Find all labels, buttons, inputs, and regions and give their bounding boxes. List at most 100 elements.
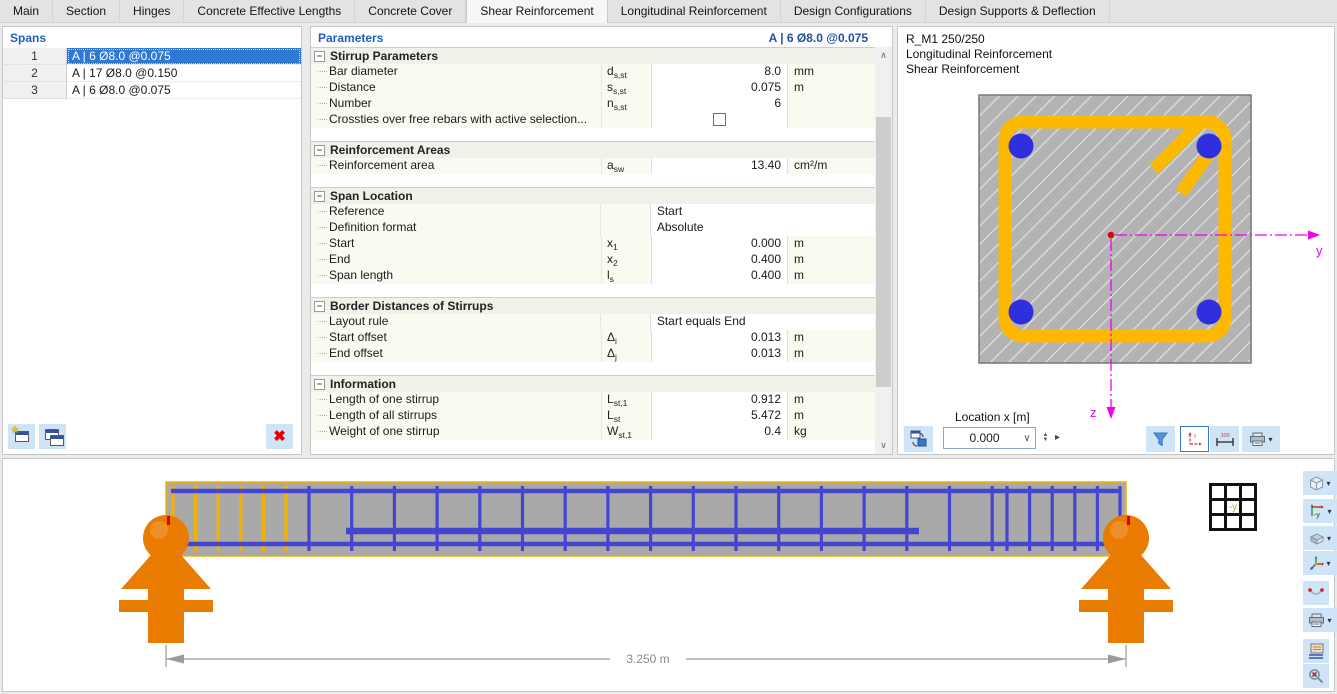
- tab-hinges[interactable]: Hinges: [120, 0, 185, 23]
- filter-button[interactable]: [1146, 426, 1175, 452]
- parameters-scrollbar[interactable]: ∧ ∨: [875, 47, 892, 454]
- section-title: Span Location: [330, 189, 413, 203]
- dropdown-arrow-icon[interactable]: ▾: [1268, 435, 1272, 444]
- coordinate-system-button[interactable]: ▾: [1303, 551, 1337, 575]
- collapse-toggle[interactable]: −: [314, 190, 325, 202]
- cancel-zoom-button[interactable]: [1303, 664, 1329, 688]
- value-field[interactable]: 0.400: [651, 252, 788, 268]
- value-field[interactable]: Absolute: [649, 220, 875, 236]
- span-row-2[interactable]: 2 A | 17 Ø8.0 @0.150: [3, 65, 301, 82]
- print-beam-button[interactable]: ▾: [1303, 608, 1337, 632]
- dropdown-arrow-icon[interactable]: ▾: [1326, 479, 1330, 488]
- span-row-label[interactable]: A | 6 Ø8.0 @0.075: [67, 82, 301, 99]
- collapse-toggle[interactable]: −: [314, 50, 325, 62]
- view-mode-button[interactable]: ▾: [1303, 471, 1337, 495]
- tab-bar: Main Section Hinges Concrete Effective L…: [0, 0, 1337, 23]
- z-axis-arrow: [1106, 407, 1116, 419]
- span-row-3[interactable]: 3 A | 6 Ø8.0 @0.075: [3, 82, 301, 99]
- spans-panel: Spans 1 A | 6 Ø8.0 @0.075 2 A | 17 Ø8.0 …: [2, 26, 302, 455]
- parameters-panel: Parameters A | 6 Ø8.0 @0.075 − Stirrup P…: [310, 26, 893, 455]
- tab-concrete-effective-lengths[interactable]: Concrete Effective Lengths: [184, 0, 356, 23]
- span-row-label[interactable]: A | 6 Ø8.0 @0.075: [67, 48, 301, 65]
- print-graphic-button[interactable]: ▾: [1242, 426, 1280, 452]
- dimensions-toggle-button[interactable]: 100: [1210, 426, 1239, 452]
- scroll-thumb[interactable]: [876, 117, 891, 387]
- tab-section[interactable]: Section: [53, 0, 121, 23]
- z-axis-label: z: [1090, 405, 1097, 420]
- param-row-start-offset: Start offset Δi 0.013 m: [311, 330, 875, 346]
- spans-footer: ★ ✖: [3, 424, 301, 451]
- printer-icon: [1309, 613, 1325, 627]
- curve-icon: [1308, 588, 1324, 595]
- value-field[interactable]: Start equals End: [649, 314, 875, 330]
- cross-section-drawing: y z: [978, 94, 1323, 420]
- location-x-stepper[interactable]: ▲ ▼: [1039, 427, 1052, 449]
- value-field[interactable]: 0.013: [651, 330, 788, 346]
- param-row-crossties: Crossties over free rebars with active s…: [311, 112, 875, 128]
- tab-main[interactable]: Main: [0, 0, 54, 23]
- collapse-toggle[interactable]: −: [314, 144, 325, 156]
- value-field: 0.4: [651, 424, 788, 440]
- tab-design-configurations[interactable]: Design Configurations: [781, 0, 926, 23]
- parameters-table: − Stirrup Parameters Bar diameter ds,st …: [311, 47, 875, 454]
- spin-down-icon[interactable]: ▼: [1043, 437, 1049, 443]
- value-field: 0.400: [651, 268, 788, 284]
- coordinate-system-icon: [1310, 555, 1325, 570]
- location-x-combobox[interactable]: 0.000 ∨: [943, 427, 1036, 449]
- span-row-label[interactable]: A | 17 Ø8.0 @0.150: [67, 65, 301, 82]
- param-row-reference: Reference Start: [311, 204, 875, 220]
- tab-design-supports-deflection[interactable]: Design Supports & Deflection: [926, 0, 1110, 23]
- collapse-toggle[interactable]: −: [314, 378, 325, 390]
- value-field[interactable]: 0.013: [651, 346, 788, 362]
- result-curve-button[interactable]: [1303, 581, 1329, 605]
- dropdown-arrow-icon[interactable]: ▾: [1326, 559, 1330, 568]
- value-field[interactable]: Start: [649, 204, 875, 220]
- display-solid-button[interactable]: ▾: [1303, 526, 1337, 550]
- navcube-face-label[interactable]: -y: [1227, 501, 1239, 513]
- span-row-1[interactable]: 1 A | 6 Ø8.0 @0.075: [3, 48, 301, 65]
- scroll-down-button[interactable]: ∨: [875, 437, 892, 454]
- param-row-reinforcement-area: Reinforcement area asw 13.40 cm²/m: [311, 158, 875, 174]
- collapse-toggle[interactable]: −: [314, 300, 325, 312]
- node-marker: [1127, 516, 1130, 525]
- crossties-checkbox[interactable]: [713, 113, 726, 126]
- dropdown-arrow-icon[interactable]: ▾: [1327, 507, 1331, 516]
- location-step-button[interactable]: ▸: [1055, 427, 1068, 449]
- param-row-start: Start x1 0.000 m: [311, 236, 875, 252]
- filter-funnel-icon: [1153, 432, 1168, 446]
- section-info-line: Shear Reinforcement: [906, 62, 1020, 76]
- new-window-icon: ★: [11, 425, 29, 442]
- section-title: Information: [330, 377, 396, 391]
- scroll-up-button[interactable]: ∧: [875, 47, 892, 64]
- star-icon: ★: [10, 425, 20, 436]
- beam-view-panel: 3.250 m -y ▾ -y ▾ ▾ ▾ ▾: [2, 458, 1337, 692]
- copy-span-button[interactable]: [39, 424, 66, 449]
- display-properties-button[interactable]: [1303, 639, 1329, 663]
- chevron-down-icon[interactable]: ∨: [1019, 433, 1035, 444]
- location-x-value[interactable]: 0.000: [944, 431, 1019, 445]
- delete-icon: ✖: [273, 428, 286, 445]
- axes-toggle-button[interactable]: y: [1180, 426, 1209, 452]
- delete-span-button[interactable]: ✖: [266, 424, 293, 449]
- rebar-top-left: [1008, 133, 1034, 159]
- value-field[interactable]: 8.0: [651, 64, 788, 80]
- new-span-button[interactable]: ★: [8, 424, 35, 449]
- spans-panel-title: Spans: [10, 31, 47, 45]
- section-header-span-location: − Span Location: [311, 187, 875, 204]
- cross-section-panel: R_M1 250/250 Longitudinal Reinforcement …: [897, 26, 1335, 455]
- dropdown-arrow-icon[interactable]: ▾: [1327, 534, 1331, 543]
- value-field[interactable]: 6: [651, 96, 788, 112]
- zoom-cancel-icon: [1309, 669, 1324, 684]
- param-row-layout-rule: Layout rule Start equals End: [311, 314, 875, 330]
- tab-shear-reinforcement[interactable]: Shear Reinforcement: [466, 0, 608, 23]
- selected-span-badge: A | 6 Ø8.0 @0.075: [768, 31, 868, 45]
- tab-concrete-cover[interactable]: Concrete Cover: [355, 0, 467, 23]
- dropdown-arrow-icon[interactable]: ▾: [1327, 616, 1331, 625]
- sync-view-button[interactable]: [904, 426, 933, 452]
- value-field[interactable]: 0.075: [651, 80, 788, 96]
- navigation-cube[interactable]: -y: [1209, 483, 1257, 531]
- view-direction-button[interactable]: -y ▾: [1303, 499, 1337, 523]
- play-icon: ▸: [1055, 432, 1061, 443]
- tab-longitudinal-reinforcement[interactable]: Longitudinal Reinforcement: [608, 0, 781, 23]
- value-field[interactable]: 0.000: [651, 236, 788, 252]
